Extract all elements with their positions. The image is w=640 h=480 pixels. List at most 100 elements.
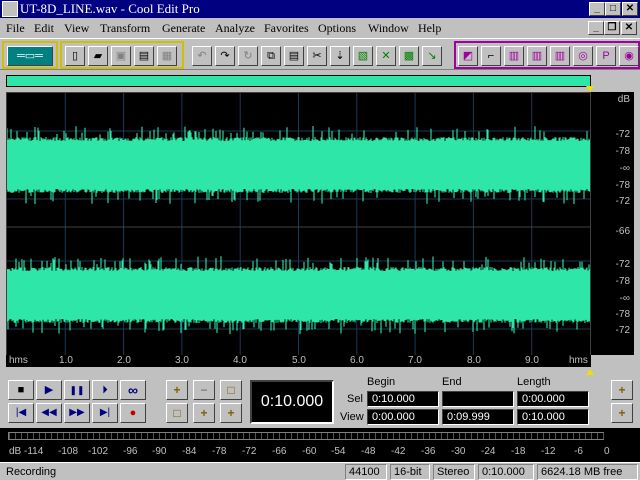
level-meter-tick xyxy=(285,433,286,439)
delete-icon[interactable]: ✕ xyxy=(376,46,396,66)
level-meter-tick xyxy=(477,433,478,439)
cut-icon[interactable]: ✂ xyxy=(307,46,327,66)
multitrack-toggle-icon[interactable]: ═▭═ xyxy=(7,46,53,66)
time-label: 6.0 xyxy=(350,355,364,366)
zoom-right-icon[interactable]: + xyxy=(220,403,242,423)
marker-icon[interactable]: ◩ xyxy=(458,46,478,66)
zoom-left-icon[interactable]: + xyxy=(193,403,215,423)
time-ruler: hms 1.0 2.0 3.0 4.0 5.0 6.0 7.0 8.0 9.0 … xyxy=(6,355,591,367)
status-mode: Recording xyxy=(2,464,342,480)
save-as-icon[interactable]: ▤ xyxy=(134,46,154,66)
level-meter-tick xyxy=(57,433,58,439)
level-meter-tick xyxy=(123,433,124,439)
level-meter xyxy=(8,432,604,440)
zoom-full-icon[interactable]: □ xyxy=(220,380,242,400)
info-icon[interactable]: ◎ xyxy=(573,46,593,66)
go-to-start-button[interactable]: |◀ xyxy=(8,403,34,423)
forward-button[interactable]: ▶▶ xyxy=(64,403,90,423)
paste-icon[interactable]: ▤ xyxy=(284,46,304,66)
maximize-button[interactable]: □ xyxy=(605,2,621,16)
level-meter-tick xyxy=(441,433,442,439)
close-button[interactable]: ✕ xyxy=(622,2,638,16)
undo-icon[interactable]: ↶ xyxy=(192,46,212,66)
view-begin-field[interactable]: 0:00.000 xyxy=(367,409,439,425)
copy-icon[interactable]: ⧉ xyxy=(261,46,281,66)
doc-close-button[interactable]: ✕ xyxy=(621,21,637,35)
level-meter-tick xyxy=(309,433,310,439)
pause-button[interactable]: ❚❚ xyxy=(64,380,90,400)
doc-minimize-button[interactable]: _ xyxy=(588,21,604,35)
menu-file[interactable]: File xyxy=(6,21,25,36)
loop-button[interactable]: ∞ xyxy=(120,380,146,400)
level-meter-tick xyxy=(87,433,88,439)
minimize-button[interactable]: _ xyxy=(589,2,605,16)
level-meter-tick xyxy=(327,433,328,439)
view-end-field[interactable]: 0:09.999 xyxy=(442,409,514,425)
cd-player-icon[interactable]: ◉ xyxy=(619,46,639,66)
zero-cross-icon[interactable]: ▩ xyxy=(399,46,419,66)
level-scale-label: -108 xyxy=(58,446,79,457)
scripts-icon[interactable]: ⌐ xyxy=(481,46,501,66)
level-meter-tick xyxy=(375,433,376,439)
level-meter-tick xyxy=(141,433,142,439)
menu-analyze[interactable]: Analyze xyxy=(215,21,255,36)
play-list-icon[interactable]: ▥ xyxy=(527,46,547,66)
new-file-icon[interactable]: ▯ xyxy=(65,46,85,66)
db-label: -∞ xyxy=(619,293,630,304)
trim-icon[interactable]: ⇣ xyxy=(330,46,350,66)
db-label: -78 xyxy=(615,180,630,191)
waveform-display[interactable] xyxy=(6,92,591,366)
db-label: -78 xyxy=(615,309,630,320)
open-file-icon[interactable]: ▰ xyxy=(88,46,108,66)
go-to-end-button[interactable]: ▶| xyxy=(92,403,118,423)
view-length-field[interactable]: 0:10.000 xyxy=(517,409,589,425)
sel-begin-field[interactable]: 0:10.000 xyxy=(367,391,439,407)
cue-list-icon[interactable]: ▥ xyxy=(504,46,524,66)
spectral-icon[interactable]: ↘ xyxy=(422,46,442,66)
menu-generate[interactable]: Generate xyxy=(162,21,205,36)
level-meter-tick xyxy=(213,433,214,439)
db-label: -72 xyxy=(615,129,630,140)
close-file-icon[interactable]: ▦ xyxy=(157,46,177,66)
level-scale-label: dB xyxy=(9,446,22,457)
waveform-overview-bar[interactable] xyxy=(6,75,591,87)
repeat-icon[interactable]: ↻ xyxy=(238,46,258,66)
doc-restore-button[interactable]: ❐ xyxy=(604,21,620,35)
menu-favorites[interactable]: Favorites xyxy=(264,21,309,36)
toolbar-group-tools: ◩ ⌐ ▥ ▥ ▥ ◎ P ◉ xyxy=(454,41,640,69)
play-button[interactable]: ▶ xyxy=(36,380,62,400)
level-meter-tick xyxy=(459,433,460,439)
record-button[interactable]: ● xyxy=(120,403,146,423)
db-label: -78 xyxy=(615,146,630,157)
save-icon[interactable]: ▣ xyxy=(111,46,131,66)
level-meter-tick xyxy=(411,433,412,439)
end-marker[interactable] xyxy=(586,369,594,375)
app-icon[interactable] xyxy=(2,1,18,17)
file-info-icon[interactable]: P xyxy=(596,46,616,66)
level-meter-tick xyxy=(249,433,250,439)
level-meter-tick xyxy=(495,433,496,439)
play-to-end-button[interactable]: ⏵ xyxy=(92,380,118,400)
sel-end-field[interactable] xyxy=(442,391,514,407)
mix-paste-icon[interactable]: ▧ xyxy=(353,46,373,66)
menu-help[interactable]: Help xyxy=(418,21,441,36)
zoom-in-icon[interactable]: + xyxy=(166,380,188,400)
zoom-out-vertical-icon[interactable]: + xyxy=(611,403,633,423)
rewind-button[interactable]: ◀◀ xyxy=(36,403,62,423)
menu-transform[interactable]: Transform xyxy=(100,21,150,36)
wave-properties-icon[interactable]: ▥ xyxy=(550,46,570,66)
zoom-selection-icon[interactable]: □ xyxy=(166,403,188,423)
menu-window[interactable]: Window xyxy=(368,21,409,36)
toolbar-group-edit: ↶ ↷ ↻ ⧉ ▤ ✂ ⇣ ▧ ✕ ▩ ↘ xyxy=(188,41,450,69)
menu-view[interactable]: View xyxy=(64,21,89,36)
sel-length-field[interactable]: 0:00.000 xyxy=(517,391,589,407)
stop-button[interactable]: ■ xyxy=(8,380,34,400)
zoom-out-icon[interactable]: − xyxy=(193,380,215,400)
menu-options[interactable]: Options xyxy=(318,21,356,36)
level-meter-tick xyxy=(189,433,190,439)
zoom-in-vertical-icon[interactable]: + xyxy=(611,380,633,400)
menu-edit[interactable]: Edit xyxy=(34,21,54,36)
time-label: 3.0 xyxy=(175,355,189,366)
toolbar: ═▭═ ▯ ▰ ▣ ▤ ▦ ↶ ↷ ↻ ⧉ ▤ ✂ ⇣ ▧ ✕ ▩ ↘ ◩ ⌐ … xyxy=(0,38,640,70)
redo-icon[interactable]: ↷ xyxy=(215,46,235,66)
